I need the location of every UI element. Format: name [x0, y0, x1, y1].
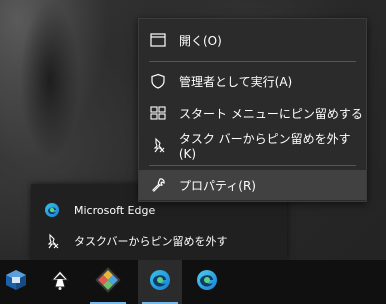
- menu-item-unpin-from-taskbar[interactable]: タスク バーからピン留めを外す(K): [139, 130, 366, 161]
- jump-list-label: タスクバーからピン留めを外す: [74, 235, 228, 248]
- menu-item-label: スタート メニューにピン留めする: [179, 106, 363, 121]
- menu-item-label: タスク バーからピン留めを外す(K): [178, 131, 351, 161]
- edge-dev-icon: [195, 268, 219, 296]
- taskbar-app-edge-dev[interactable]: [185, 260, 229, 304]
- menu-item-label: 管理者として実行(A): [179, 74, 293, 89]
- inkscape-icon: [49, 269, 71, 295]
- menu-item-label: 開く(O): [179, 33, 222, 48]
- taskbar: [0, 260, 386, 304]
- menu-item-pin-to-start[interactable]: スタート メニューにピン留めする: [139, 98, 366, 128]
- shield-icon: [149, 72, 167, 90]
- menu-separator: [149, 165, 356, 166]
- wrench-icon: [149, 176, 167, 194]
- window-icon: [149, 31, 167, 49]
- menu-separator: [149, 61, 356, 62]
- unpin-icon: [44, 233, 60, 249]
- taskbar-app-edge[interactable]: [138, 260, 182, 304]
- jump-list-item-unpin[interactable]: タスクバーからピン留めを外す: [31, 225, 287, 257]
- wallpaper-shadow: [20, 0, 80, 160]
- jump-list-label: Microsoft Edge: [74, 203, 156, 217]
- edge-icon: [148, 268, 172, 296]
- taskbar-app-puzzle[interactable]: [86, 260, 130, 304]
- taskbar-app-inkscape[interactable]: [38, 260, 82, 304]
- menu-item-run-as-admin[interactable]: 管理者として実行(A): [139, 66, 366, 96]
- virtualbox-icon: [4, 268, 28, 296]
- unpin-icon: [149, 136, 167, 154]
- menu-item-properties[interactable]: プロパティ(R): [139, 170, 366, 200]
- edge-icon: [44, 202, 60, 218]
- taskbar-app-virtualbox[interactable]: [0, 260, 38, 304]
- context-menu: 開く(O) 管理者として実行(A) スタート メニューにピン留めする タスク バ…: [138, 18, 367, 202]
- menu-item-label: プロパティ(R): [179, 178, 256, 193]
- puzzle-app-icon: [95, 267, 121, 297]
- start-tiles-icon: [149, 104, 167, 122]
- menu-item-open[interactable]: 開く(O): [139, 25, 366, 55]
